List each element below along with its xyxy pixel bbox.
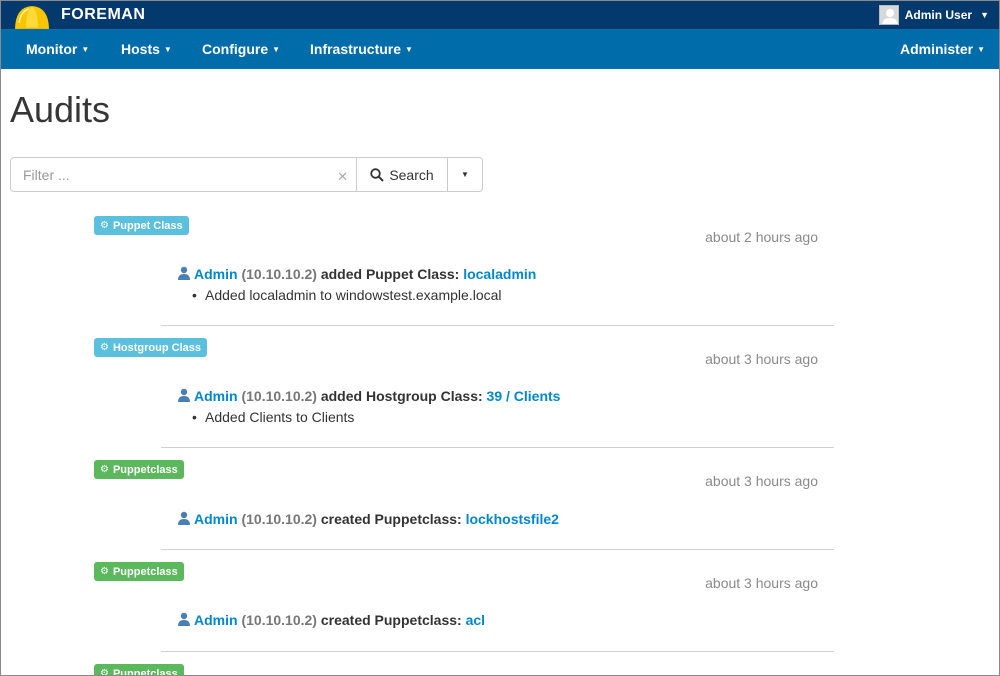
audit-type-badge: ⚙ Puppetclass [94,562,184,581]
audit-time: about 3 hours ago [705,473,818,489]
gear-icon: ⚙ [100,566,109,577]
audit-user-link[interactable]: Admin [194,388,238,404]
nav-administer[interactable]: Administer ▼ [900,41,985,57]
audit-target-link[interactable]: 39 / Clients [487,388,561,404]
nav-hosts[interactable]: Hosts ▼ [121,41,172,57]
audit-ip: (10.10.10.2) [241,266,317,282]
audit-type-badge: ⚙ Puppetclass [94,460,184,479]
audit-target-link[interactable]: acl [466,612,485,628]
audit-type-badge: ⚙ Puppetclass [94,664,184,676]
search-button[interactable]: Search [357,157,448,192]
search-button-label: Search [389,166,434,183]
nav-label: Administer [899,41,974,57]
audit-time: about 2 hours ago [705,229,818,245]
top-bar: FOREMAN Admin User ▼ [1,1,999,35]
audit-type-badge: ⚙ Puppet Class [94,216,189,235]
audit-type-badge: ⚙ Hostgroup Class [94,338,207,357]
audit-target-link[interactable]: lockhostsfile2 [466,511,559,527]
audit-time: about 3 hours ago [705,575,818,591]
nav-label: Infrastructure [310,41,402,57]
user-icon [178,266,190,280]
bookmarks-dropdown-button[interactable]: ▼ [448,157,483,192]
gear-icon: ⚙ [100,220,109,231]
badge-label: Hostgroup Class [112,341,201,354]
filter-input[interactable] [11,158,356,191]
app-window: FOREMAN Admin User ▼ Monitor ▼ Hosts ▼ Con… [0,0,1000,676]
badge-label: Puppetclass [112,667,178,676]
nav-infrastructure[interactable]: Infrastructure ▼ [310,41,413,57]
caret-down-icon: ▼ [405,45,413,54]
search-icon [370,167,385,182]
audit-ip: (10.10.10.2) [241,612,317,628]
gear-icon: ⚙ [100,668,109,676]
divider [161,325,834,326]
audit-action: created Puppetclass: [320,511,462,527]
audit-summary: Admin (10.10.10.2) created Puppetclass: … [177,511,559,527]
divider [161,651,834,652]
audit-detail: Added Clients to Clients [192,409,354,425]
user-icon [178,388,190,402]
badge-label: Puppetclass [112,565,178,578]
audit-action: created Puppetclass: [320,612,462,628]
gear-icon: ⚙ [100,342,109,353]
nav-label: Configure [202,41,269,57]
caret-down-icon: ▼ [461,170,469,179]
brand-name[interactable]: FOREMAN [61,6,145,24]
caret-down-icon: ▼ [980,10,989,20]
caret-down-icon: ▼ [977,45,985,54]
page-title: Audits [10,89,111,130]
user-name: Admin User [904,8,973,22]
search-bar: ✕ Search ▼ [10,157,483,192]
audit-target-link[interactable]: localadmin [463,266,536,282]
caret-down-icon: ▼ [81,45,90,54]
audit-ip: (10.10.10.2) [241,511,317,527]
caret-down-icon: ▼ [163,45,172,54]
audit-ip: (10.10.10.2) [241,388,317,404]
audit-action: added Puppet Class: [320,266,460,282]
badge-label: Puppet Class [112,219,183,232]
clear-icon[interactable]: ✕ [337,169,348,185]
audit-summary: Admin (10.10.10.2) added Hostgroup Class… [177,388,560,404]
nav-monitor[interactable]: Monitor ▼ [26,41,89,57]
gear-icon: ⚙ [100,464,109,475]
nav-label: Monitor [26,41,78,57]
audit-summary: Admin (10.10.10.2) added Puppet Class: l… [177,266,536,282]
nav-configure[interactable]: Configure ▼ [202,41,280,57]
audit-user-link[interactable]: Admin [194,511,238,527]
divider [161,549,834,550]
audit-user-link[interactable]: Admin [194,612,238,628]
caret-down-icon: ▼ [272,45,281,54]
avatar-icon [878,5,899,25]
user-icon [178,511,190,525]
user-menu[interactable]: Admin User ▼ [878,5,989,25]
audit-time: about 3 hours ago [705,351,818,367]
audit-action: added Hostgroup Class: [320,388,483,404]
audit-summary: Admin (10.10.10.2) created Puppetclass: … [177,612,485,628]
filter-field: ✕ [10,157,357,192]
audit-user-link[interactable]: Admin [194,266,238,282]
audit-detail: Added localadmin to windowstest.example.… [192,287,501,303]
divider [161,447,834,448]
badge-label: Puppetclass [112,463,178,476]
user-icon [178,612,190,626]
nav-label: Hosts [121,41,160,57]
main-nav: Monitor ▼ Hosts ▼ Configure ▼ Infrastructur… [1,29,999,69]
